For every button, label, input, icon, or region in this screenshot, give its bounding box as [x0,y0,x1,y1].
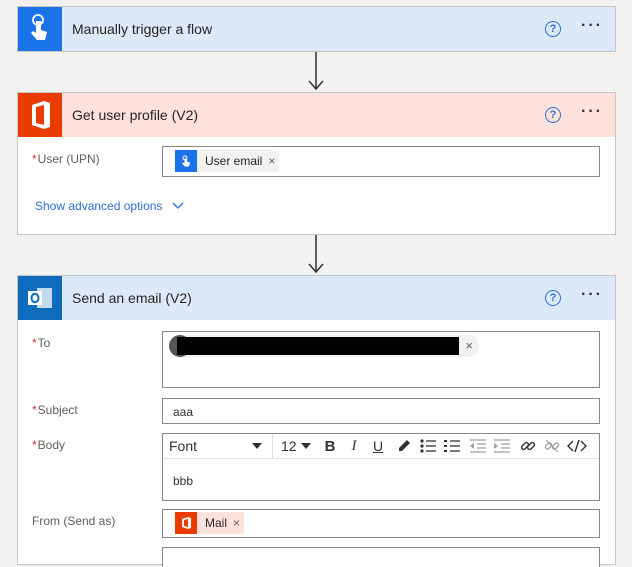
redacted-recipient [177,337,459,355]
font-size-select[interactable]: 12 [277,434,321,458]
mail-token[interactable]: Mail × [175,512,245,534]
bold-button[interactable]: B [319,434,341,458]
subject-input[interactable]: aaa [162,398,600,424]
arrow-down-icon [308,52,324,91]
more-options-icon[interactable]: ··· [581,104,603,120]
mail-token-label: Mail [205,516,228,530]
office-icon [18,93,62,137]
body-label: *Body [32,438,66,452]
office-icon [175,512,197,534]
increase-indent-icon[interactable] [491,434,513,458]
body-editor[interactable]: Font 12 B I U bbb [162,433,600,501]
help-icon[interactable]: ? [545,290,561,306]
required-mark: * [32,438,37,452]
from-send-as-label: From (Send as) [32,514,116,528]
from-send-as-field[interactable]: Mail × [162,509,600,538]
font-family-select[interactable]: Font [163,434,273,458]
arrow-down-icon [308,235,324,274]
code-view-icon[interactable] [565,434,589,458]
profile-title: Get user profile (V2) [72,107,199,123]
more-options-icon[interactable]: ··· [581,287,603,303]
remove-token-icon[interactable]: × [268,154,275,168]
user-upn-field[interactable]: User email × [162,146,600,177]
help-icon[interactable]: ? [545,107,561,123]
underline-button[interactable]: U [367,434,389,458]
profile-header[interactable]: Get user profile (V2) ? ··· [18,93,615,137]
touch-icon [18,7,62,51]
to-recipient-token[interactable]: × [169,335,479,357]
link-icon[interactable] [517,434,539,458]
show-advanced-options-link[interactable]: Show advanced options [35,199,184,213]
dropdown-caret-icon [252,443,262,449]
email-header[interactable]: Send an email (V2) ? ··· [18,276,615,320]
touch-icon [175,150,197,172]
remove-token-icon[interactable]: × [233,516,240,530]
subject-value: aaa [173,405,194,419]
text-color-icon[interactable] [393,434,415,458]
trigger-title: Manually trigger a flow [72,21,213,37]
italic-button[interactable]: I [343,434,365,458]
chevron-down-icon [172,202,184,209]
body-value: bbb [173,474,194,488]
user-upn-label: *User (UPN) [32,152,100,166]
trigger-card[interactable]: Manually trigger a flow ? ··· [17,6,616,52]
to-field[interactable]: × [162,331,600,388]
unlink-icon[interactable] [541,434,563,458]
dropdown-caret-icon [300,443,311,449]
outlook-icon [18,276,62,320]
user-email-token[interactable]: User email × [175,150,280,172]
remove-token-icon[interactable]: × [465,338,473,353]
required-mark: * [32,152,37,166]
send-email-card[interactable]: Send an email (V2) ? ··· *To × *Subject … [17,275,616,567]
subject-label: *Subject [32,403,78,417]
trigger-header[interactable]: Manually trigger a flow ? ··· [18,7,615,51]
bulleted-list-icon[interactable] [417,434,439,458]
required-mark: * [32,403,37,417]
more-options-icon[interactable]: ··· [581,18,603,34]
rich-text-toolbar: Font 12 B I U [163,434,599,459]
email-title: Send an email (V2) [72,290,192,306]
to-label: *To [32,336,51,350]
get-profile-card[interactable]: Get user profile (V2) ? ··· *User (UPN) … [17,92,616,235]
required-mark: * [32,336,37,350]
user-email-label: User email [205,154,263,168]
next-field[interactable] [162,547,600,567]
help-icon[interactable]: ? [545,21,561,37]
numbered-list-icon[interactable] [441,434,463,458]
decrease-indent-icon[interactable] [467,434,489,458]
